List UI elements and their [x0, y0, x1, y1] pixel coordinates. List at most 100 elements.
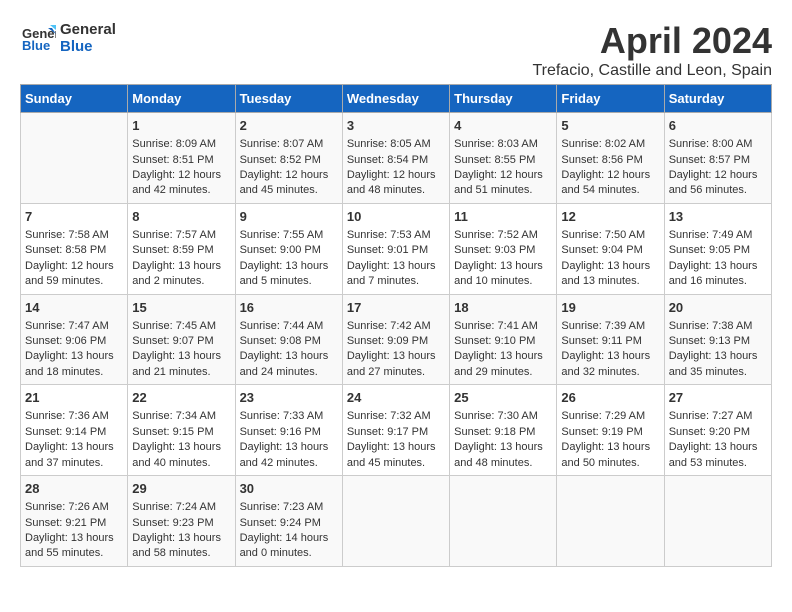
day-info: and 40 minutes. — [132, 456, 230, 471]
day-info: Daylight: 13 hours — [25, 440, 123, 455]
calendar-cell: 26Sunrise: 7:29 AMSunset: 9:19 PMDayligh… — [557, 385, 664, 476]
calendar-cell — [450, 476, 557, 567]
calendar-header-friday: Friday — [557, 85, 664, 113]
day-info: and 35 minutes. — [669, 365, 767, 380]
day-info: Sunrise: 8:07 AM — [240, 137, 338, 152]
day-info: Sunrise: 7:42 AM — [347, 319, 445, 334]
day-info: and 2 minutes. — [132, 274, 230, 289]
day-info: Sunset: 9:11 PM — [561, 334, 659, 349]
calendar-cell: 5Sunrise: 8:02 AMSunset: 8:56 PMDaylight… — [557, 113, 664, 204]
day-info: Sunrise: 7:55 AM — [240, 228, 338, 243]
calendar-cell: 10Sunrise: 7:53 AMSunset: 9:01 PMDayligh… — [342, 203, 449, 294]
day-number: 22 — [132, 389, 230, 407]
day-info: Sunrise: 7:36 AM — [25, 409, 123, 424]
calendar-header-sunday: Sunday — [21, 85, 128, 113]
day-info: Daylight: 13 hours — [132, 531, 230, 546]
day-info: Sunset: 9:08 PM — [240, 334, 338, 349]
day-info: and 7 minutes. — [347, 274, 445, 289]
day-info: Sunrise: 7:44 AM — [240, 319, 338, 334]
calendar-cell: 6Sunrise: 8:00 AMSunset: 8:57 PMDaylight… — [664, 113, 771, 204]
calendar-cell: 11Sunrise: 7:52 AMSunset: 9:03 PMDayligh… — [450, 203, 557, 294]
day-info: Daylight: 13 hours — [669, 259, 767, 274]
day-info: and 21 minutes. — [132, 365, 230, 380]
day-info: Sunset: 8:58 PM — [25, 243, 123, 258]
day-info: Daylight: 13 hours — [347, 440, 445, 455]
calendar-cell: 18Sunrise: 7:41 AMSunset: 9:10 PMDayligh… — [450, 294, 557, 385]
day-info: Sunset: 9:01 PM — [347, 243, 445, 258]
day-number: 23 — [240, 389, 338, 407]
day-info: Sunrise: 8:09 AM — [132, 137, 230, 152]
day-info: Daylight: 13 hours — [561, 259, 659, 274]
day-number: 28 — [25, 480, 123, 498]
day-info: Daylight: 13 hours — [240, 440, 338, 455]
day-info: Sunrise: 7:57 AM — [132, 228, 230, 243]
day-info: and 16 minutes. — [669, 274, 767, 289]
calendar-cell: 4Sunrise: 8:03 AMSunset: 8:55 PMDaylight… — [450, 113, 557, 204]
day-info: Sunrise: 7:50 AM — [561, 228, 659, 243]
day-number: 18 — [454, 299, 552, 317]
day-info: Sunrise: 8:03 AM — [454, 137, 552, 152]
day-info: Sunrise: 8:00 AM — [669, 137, 767, 152]
calendar-cell: 16Sunrise: 7:44 AMSunset: 9:08 PMDayligh… — [235, 294, 342, 385]
day-info: and 45 minutes. — [347, 456, 445, 471]
day-info: Sunset: 8:57 PM — [669, 153, 767, 168]
calendar-week-row: 14Sunrise: 7:47 AMSunset: 9:06 PMDayligh… — [21, 294, 772, 385]
day-info: Sunrise: 7:49 AM — [669, 228, 767, 243]
day-info: Sunset: 9:14 PM — [25, 425, 123, 440]
day-info: Sunset: 9:07 PM — [132, 334, 230, 349]
calendar-cell — [664, 476, 771, 567]
day-info: Daylight: 13 hours — [454, 349, 552, 364]
day-info: Daylight: 13 hours — [347, 259, 445, 274]
main-title: April 2024 — [532, 20, 772, 62]
day-info: Daylight: 12 hours — [347, 168, 445, 183]
calendar-header-tuesday: Tuesday — [235, 85, 342, 113]
day-number: 29 — [132, 480, 230, 498]
logo-icon: General Blue — [20, 20, 56, 56]
day-info: and 56 minutes. — [669, 183, 767, 198]
day-info: Daylight: 13 hours — [240, 259, 338, 274]
day-info: Daylight: 13 hours — [561, 440, 659, 455]
day-info: Sunset: 9:09 PM — [347, 334, 445, 349]
day-number: 19 — [561, 299, 659, 317]
day-number: 26 — [561, 389, 659, 407]
day-info: Sunset: 8:51 PM — [132, 153, 230, 168]
day-info: Sunrise: 7:52 AM — [454, 228, 552, 243]
day-info: Sunset: 8:52 PM — [240, 153, 338, 168]
day-number: 15 — [132, 299, 230, 317]
day-info: and 32 minutes. — [561, 365, 659, 380]
day-info: Sunrise: 7:32 AM — [347, 409, 445, 424]
day-info: Daylight: 12 hours — [669, 168, 767, 183]
calendar-week-row: 28Sunrise: 7:26 AMSunset: 9:21 PMDayligh… — [21, 476, 772, 567]
day-info: Daylight: 12 hours — [240, 168, 338, 183]
day-info: Daylight: 13 hours — [454, 440, 552, 455]
day-info: Sunrise: 7:47 AM — [25, 319, 123, 334]
day-info: Daylight: 13 hours — [25, 349, 123, 364]
calendar-cell: 8Sunrise: 7:57 AMSunset: 8:59 PMDaylight… — [128, 203, 235, 294]
calendar-cell: 28Sunrise: 7:26 AMSunset: 9:21 PMDayligh… — [21, 476, 128, 567]
day-info: Sunset: 9:20 PM — [669, 425, 767, 440]
day-info: Sunset: 9:00 PM — [240, 243, 338, 258]
calendar-header-row: SundayMondayTuesdayWednesdayThursdayFrid… — [21, 85, 772, 113]
calendar-cell — [342, 476, 449, 567]
day-number: 16 — [240, 299, 338, 317]
calendar-cell: 17Sunrise: 7:42 AMSunset: 9:09 PMDayligh… — [342, 294, 449, 385]
calendar-cell — [557, 476, 664, 567]
calendar-header-monday: Monday — [128, 85, 235, 113]
day-info: Daylight: 13 hours — [347, 349, 445, 364]
day-info: Sunset: 9:23 PM — [132, 516, 230, 531]
calendar-cell: 15Sunrise: 7:45 AMSunset: 9:07 PMDayligh… — [128, 294, 235, 385]
day-number: 12 — [561, 208, 659, 226]
day-info: Sunrise: 8:05 AM — [347, 137, 445, 152]
day-info: Sunset: 9:03 PM — [454, 243, 552, 258]
day-info: Sunset: 8:59 PM — [132, 243, 230, 258]
svg-text:Blue: Blue — [22, 38, 50, 53]
day-info: Sunrise: 7:53 AM — [347, 228, 445, 243]
day-info: and 37 minutes. — [25, 456, 123, 471]
day-info: Sunset: 8:54 PM — [347, 153, 445, 168]
day-number: 30 — [240, 480, 338, 498]
day-info: and 0 minutes. — [240, 546, 338, 561]
day-info: Sunset: 9:04 PM — [561, 243, 659, 258]
day-info: Sunrise: 7:34 AM — [132, 409, 230, 424]
calendar-cell: 1Sunrise: 8:09 AMSunset: 8:51 PMDaylight… — [128, 113, 235, 204]
day-info: Sunrise: 7:58 AM — [25, 228, 123, 243]
